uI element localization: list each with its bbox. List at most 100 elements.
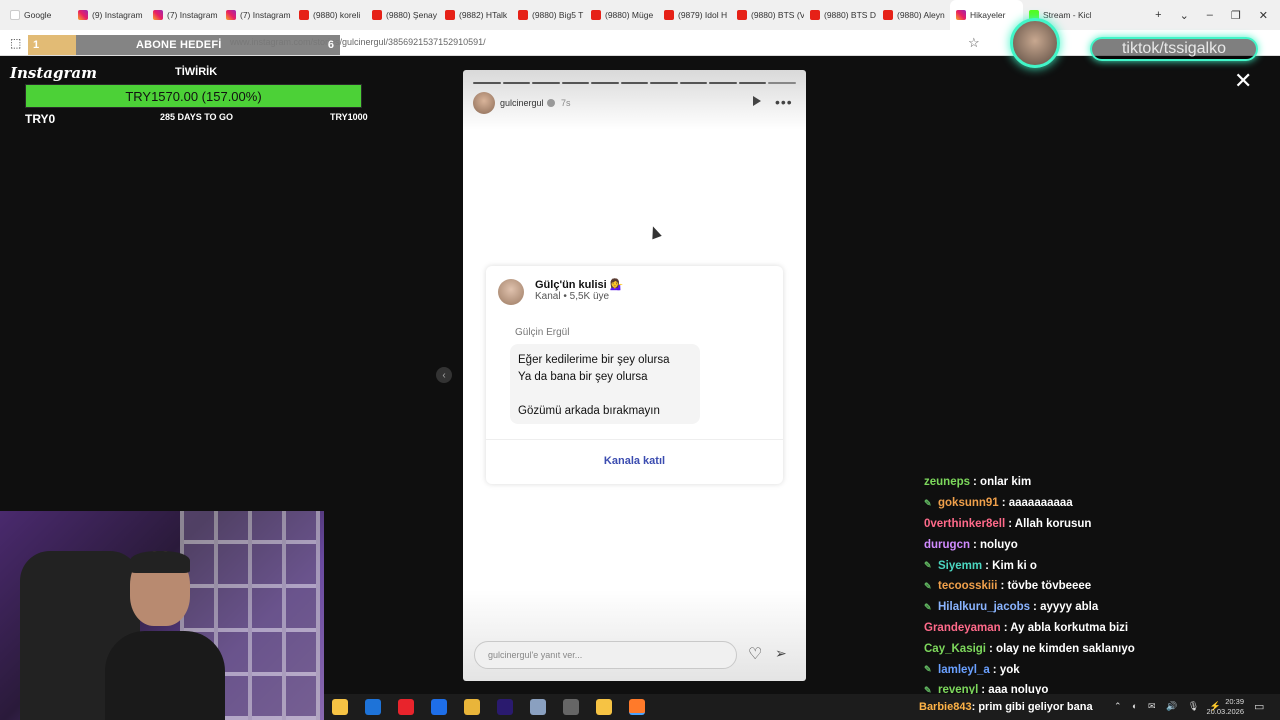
story-prev-button[interactable]: ‹ <box>436 367 452 383</box>
clock-time: 20:39 <box>1225 697 1244 706</box>
browser-tab[interactable]: (9879) Idol H <box>658 0 731 30</box>
taskbar-chat-ticker: Barbie843: prim gibi geliyor bana <box>919 701 1093 713</box>
firefox-icon[interactable] <box>629 699 645 715</box>
browser-tab[interactable]: (9) Instagram <box>72 0 147 30</box>
send-icon[interactable]: ➢ <box>775 645 787 662</box>
youtube-icon <box>518 10 528 20</box>
browser-tab[interactable]: (9880) Müge <box>585 0 658 30</box>
goal-days-left: 285 DAYS TO GO <box>160 112 234 122</box>
close-window-icon[interactable]: ✕ <box>1259 9 1268 22</box>
story-progress-segment <box>502 82 531 84</box>
premiere-icon[interactable] <box>497 699 513 715</box>
story-username[interactable]: gulcinergul <box>500 98 544 108</box>
message-bubble: Eğer kedilerime bir şey olursa Ya da ban… <box>510 344 700 424</box>
clock-date: 20.03.2026 <box>1206 707 1244 716</box>
chat-username[interactable]: zeuneps <box>924 476 970 488</box>
chat-text: : yok <box>992 663 1020 676</box>
play-icon[interactable] <box>753 96 761 106</box>
restore-icon[interactable]: ❐ <box>1231 9 1241 22</box>
webcam-feed <box>0 511 324 720</box>
opera-icon[interactable] <box>398 699 414 715</box>
story-progress-segment <box>561 82 590 84</box>
browser-tab[interactable]: (9880) BTS D <box>804 0 877 30</box>
minimize-icon[interactable]: – <box>1207 9 1213 21</box>
chrome-icon[interactable] <box>464 699 480 715</box>
chat-text: : Ay abla korkutma bizi <box>1003 621 1129 634</box>
chat-message: Grandeyaman: Ay abla korkutma bizi <box>924 618 1264 639</box>
browser-tab-label: (9880) koreli <box>313 10 361 20</box>
chat-username[interactable]: tecoosskiii <box>938 580 997 592</box>
folder-icon[interactable] <box>596 699 612 715</box>
bookmark-star-icon[interactable]: ☆ <box>968 35 980 51</box>
chat-username[interactable]: Hilalkuru_jacobs <box>938 601 1030 613</box>
youtube-icon <box>591 10 601 20</box>
browser-tab[interactable]: (9880) Aleyn <box>877 0 950 30</box>
youtube-icon <box>664 10 674 20</box>
browser-tab-label: (9880) BTS D <box>824 10 876 20</box>
goal-min: TRY0 <box>25 112 56 126</box>
outlook-icon[interactable] <box>365 699 381 715</box>
instagram-icon <box>226 10 236 20</box>
file-explorer-icon[interactable] <box>332 699 348 715</box>
chat-username[interactable]: Grandeyaman <box>924 622 1001 634</box>
subscriber-goal-label: ABONE HEDEFİ <box>136 39 222 51</box>
chevron-down-icon[interactable]: ⌄ <box>1180 9 1189 22</box>
story-close-icon[interactable]: ✕ <box>1234 68 1252 94</box>
browser-tab[interactable]: (9880) Big5 T <box>512 0 585 30</box>
subscriber-goal-overlay: 1 ABONE HEDEFİ 6 <box>28 35 340 55</box>
new-tab-icon[interactable]: + <box>1155 9 1161 21</box>
chat-message: ✎ Hilalkuru_jacobs: ayyyy abla <box>924 597 1264 618</box>
google-icon <box>10 10 20 20</box>
channel-avatar <box>498 279 524 305</box>
chat-text: : olay ne kimden saklanıyo <box>989 642 1135 655</box>
chat-text: : ayyyy abla <box>1033 601 1099 614</box>
chat-username[interactable]: Siyemm <box>938 560 982 572</box>
browser-tab-strip: Google (9) Instagram (7) Instagram (7) Inst… <box>0 0 1280 30</box>
message-line: Ya da bana bir şey olursa <box>518 371 648 383</box>
clock[interactable]: 20:39 20.03.2026 <box>1204 697 1244 717</box>
story-avatar[interactable] <box>473 92 495 114</box>
browser-tab[interactable]: Hikayeler <box>950 0 1023 30</box>
channel-card[interactable]: Gülç'ün kulisi 💁‍♀️ Kanal • 5,5K üye Gül… <box>486 266 783 484</box>
sidebar-toggle-icon[interactable]: ⬚ <box>10 36 21 50</box>
webcam-body <box>105 631 225 720</box>
story-username-row[interactable]: gulcinergul <box>500 98 555 108</box>
browser-tab[interactable]: (9880) Şenay <box>366 0 439 30</box>
app-icon[interactable] <box>530 699 546 715</box>
browser-tab-label: (7) Instagram <box>240 10 291 20</box>
browser-tab-label: Hikayeler <box>970 10 1006 20</box>
browser-tab[interactable]: (7) Instagram <box>220 0 293 30</box>
chat-username[interactable]: Cay_Kasigi <box>924 643 986 655</box>
taskbar: Barbie843: prim gibi geliyor bana ⌃ ◐ ✉ … <box>324 694 1280 720</box>
dropbox-icon[interactable] <box>431 699 447 715</box>
browser-tab-label: (9880) Aleyn <box>897 10 945 20</box>
story-progress-segment <box>650 82 678 84</box>
browser-tab[interactable]: Google <box>4 0 72 30</box>
browser-tab[interactable]: (7) Instagram <box>147 0 220 30</box>
subscriber-goal-current: 1 <box>28 35 76 55</box>
story-progress-segment <box>591 82 619 84</box>
browser-tab-label: (9879) Idol H <box>678 10 728 20</box>
notification-icon[interactable]: ▭ <box>1254 700 1264 713</box>
youtube-icon <box>299 10 309 20</box>
obs-icon[interactable] <box>563 699 579 715</box>
chat-username[interactable]: durugcn <box>924 539 970 551</box>
chat-text: : Kim ki o <box>985 559 1037 572</box>
card-divider <box>486 439 783 440</box>
more-options-icon[interactable]: ••• <box>775 94 793 110</box>
browser-tab[interactable]: (9882) HTalk <box>439 0 512 30</box>
chat-username[interactable]: goksunn91 <box>938 497 999 509</box>
browser-tab[interactable]: (9880) BTS (V <box>731 0 804 30</box>
chat-username[interactable]: 0verthinker8ell <box>924 518 1005 530</box>
goal-title: TİWİRİK <box>175 66 218 78</box>
story-reply-input[interactable]: gulcinergul'e yanıt ver... <box>474 641 737 669</box>
chat-username[interactable]: lamleyl_a <box>938 664 990 676</box>
chat-message: ✎ tecoosskiii: tövbe tövbeeee <box>924 576 1264 597</box>
browser-tab-label: Stream - Kick <box>1043 10 1091 20</box>
join-channel-button[interactable]: Kanala katıl <box>486 455 783 467</box>
browser-tab[interactable]: (9880) koreli <box>293 0 366 30</box>
webcam-hair <box>130 551 190 573</box>
heart-icon[interactable]: ♡ <box>748 644 762 664</box>
chat-badge-icon: ✎ <box>924 497 932 508</box>
instagram-icon <box>78 10 88 20</box>
